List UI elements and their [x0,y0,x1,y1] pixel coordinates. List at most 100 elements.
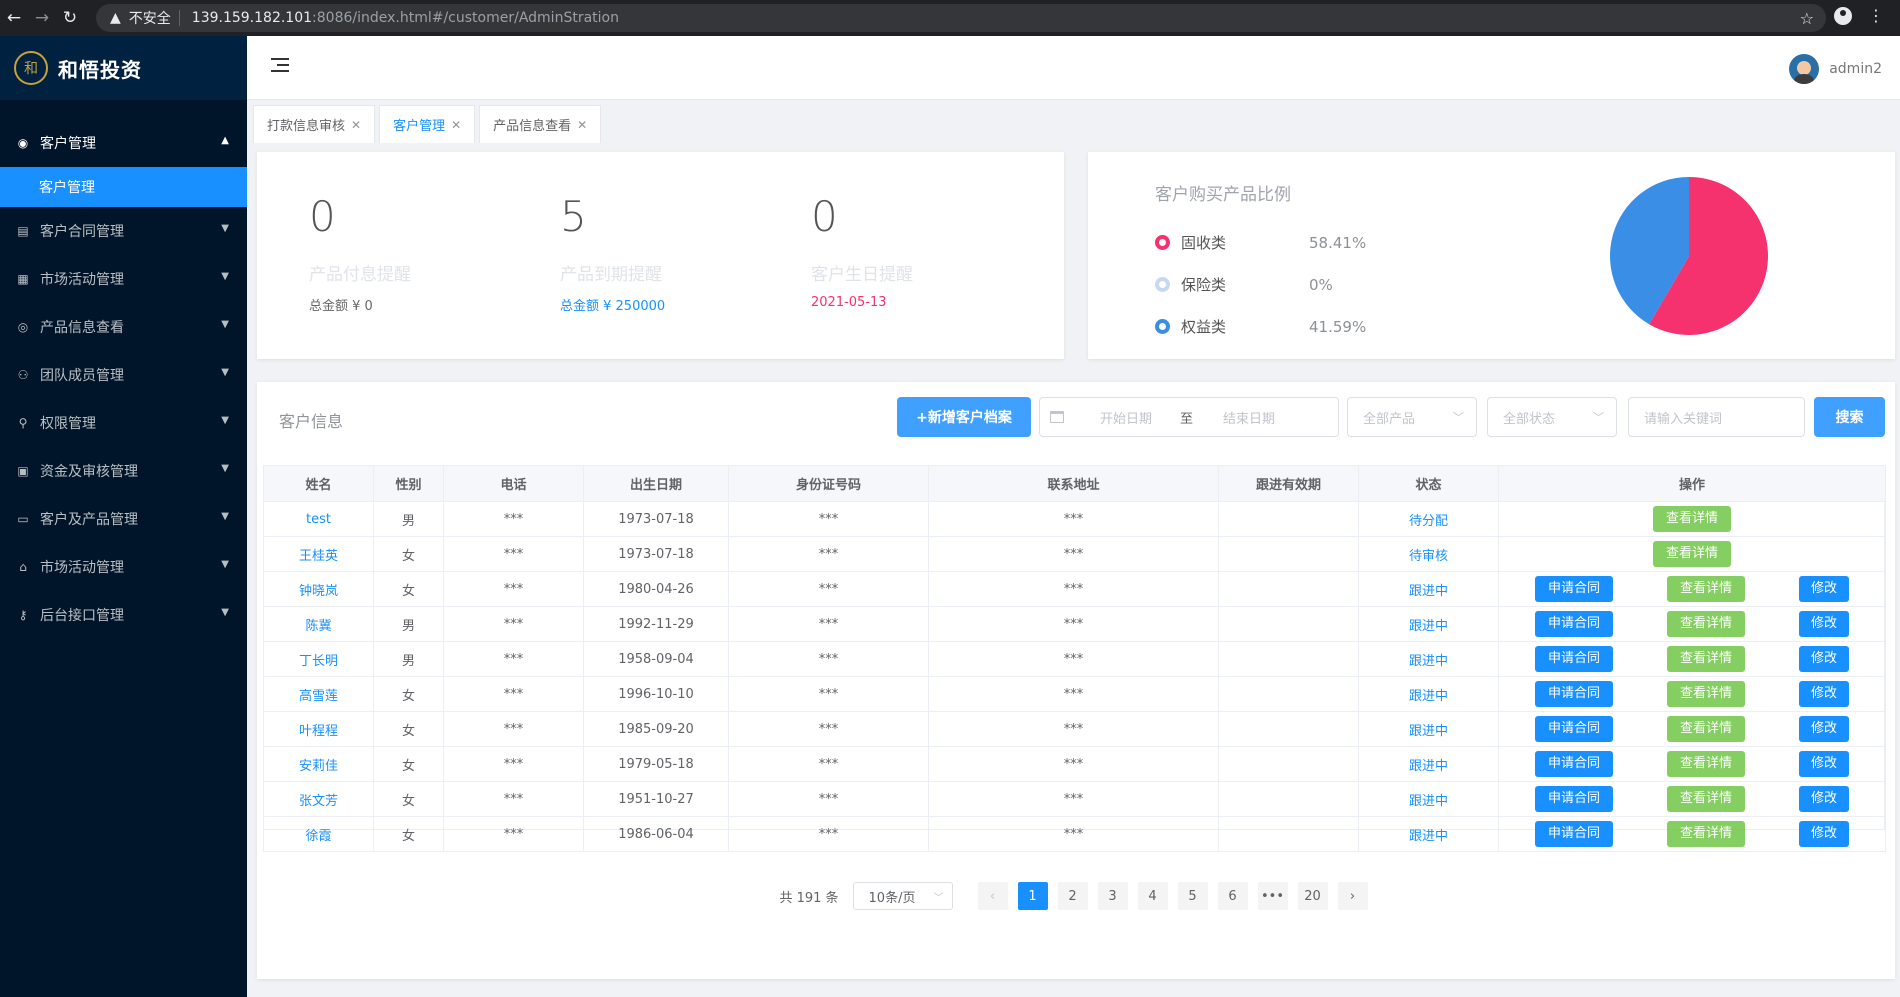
customer-name-link[interactable]: test [263,501,374,537]
username[interactable]: admin2 [1829,61,1882,77]
apply-contract-button[interactable]: 申请合同 [1535,611,1613,637]
search-button[interactable]: 搜索 [1814,397,1885,437]
page-number[interactable]: 1 [1017,882,1048,910]
sidebar-item-customer-product[interactable]: ▭ 客户及产品管理 ▼ [0,495,247,543]
view-detail-button[interactable]: 查看详情 [1667,611,1745,637]
customer-name-link[interactable]: 安莉佳 [263,746,374,782]
menu-fold-icon[interactable] [271,58,289,74]
close-icon[interactable]: ✕ [351,118,361,132]
page-number[interactable]: 3 [1097,882,1128,910]
cell-status[interactable]: 待分配 [1358,501,1499,537]
apply-contract-button[interactable]: 申请合同 [1535,576,1613,602]
cell-status[interactable]: 跟进中 [1358,571,1499,607]
customer-name-link[interactable]: 钟晓岚 [263,571,374,607]
view-detail-button[interactable]: 查看详情 [1667,751,1745,777]
edit-button[interactable]: 修改 [1799,576,1849,602]
cell-status[interactable]: 跟进中 [1358,711,1499,747]
sidebar-item-market-activity[interactable]: ▦ 市场活动管理 ▼ [0,255,247,303]
sidebar-item-backend-api[interactable]: ⚷ 后台接口管理 ▼ [0,591,247,639]
column-header: 联系地址 [928,465,1219,502]
customer-name-link[interactable]: 张文芳 [263,781,374,817]
customer-name-link[interactable]: 高雪莲 [263,676,374,712]
customer-name-link[interactable]: 王桂英 [263,536,374,572]
more-menu-icon[interactable]: ⋮ [1868,8,1884,24]
page-number[interactable]: 4 [1137,882,1168,910]
stat-sub[interactable]: 总金额 ¥ 250000 [560,295,665,314]
cell-status[interactable]: 跟进中 [1358,781,1499,817]
apply-contract-button[interactable]: 申请合同 [1535,716,1613,742]
apply-contract-button[interactable]: 申请合同 [1535,751,1613,777]
profile-icon[interactable] [1834,7,1852,25]
more-pages-button[interactable]: ••• [1257,882,1288,910]
add-customer-button[interactable]: +新增客户档案 [897,397,1031,437]
close-icon[interactable]: ✕ [451,118,461,132]
date-range-picker[interactable]: 开始日期 至 结束日期 [1039,397,1339,437]
view-detail-button[interactable]: 查看详情 [1667,821,1745,847]
view-detail-button[interactable]: 查看详情 [1653,506,1731,532]
cell-status[interactable]: 跟进中 [1358,641,1499,677]
sidebar-item-product-info[interactable]: ◎ 产品信息查看 ▼ [0,303,247,351]
sidebar-item-funds-audit[interactable]: ▣ 资金及审核管理 ▼ [0,447,247,495]
forward-icon[interactable]: → [28,8,56,28]
sidebar-item-contract[interactable]: ▤ 客户合同管理 ▼ [0,207,247,255]
cell-status[interactable]: 跟进中 [1358,746,1499,782]
user-menu[interactable]: admin2 [1789,54,1882,84]
edit-button[interactable]: 修改 [1799,716,1849,742]
page-number[interactable]: 6 [1217,882,1248,910]
cell-status[interactable]: 跟进中 [1358,606,1499,642]
apply-contract-button[interactable]: 申请合同 [1535,786,1613,812]
date-start-input[interactable]: 开始日期 [1100,408,1152,427]
view-detail-button[interactable]: 查看详情 [1667,646,1745,672]
back-icon[interactable]: ← [0,8,28,28]
tab-customer-management[interactable]: 客户管理 ✕ [379,105,476,143]
sidebar-item-permission[interactable]: ⚲ 权限管理 ▼ [0,399,247,447]
cell-birth-date: 1979-05-18 [583,746,729,782]
page-size-select[interactable]: 10条/页 ﹀ [852,882,953,910]
cell-status[interactable]: 待审核 [1358,536,1499,572]
close-icon[interactable]: ✕ [577,118,587,132]
product-ratio-pie-chart [1610,177,1768,335]
edit-button[interactable]: 修改 [1799,821,1849,847]
page-number[interactable]: 20 [1297,882,1328,910]
sidebar-item-team[interactable]: ⚇ 团队成员管理 ▼ [0,351,247,399]
view-detail-button[interactable]: 查看详情 [1667,716,1745,742]
prev-page-button[interactable]: ‹ [977,882,1008,910]
tab-payment-audit[interactable]: 打款信息审核 ✕ [253,105,376,143]
date-end-input[interactable]: 结束日期 [1223,408,1275,427]
customer-name-link[interactable]: 陈冀 [263,606,374,642]
keyword-search-input[interactable]: 请输入关键词 [1628,397,1805,437]
apply-contract-button[interactable]: 申请合同 [1535,681,1613,707]
edit-button[interactable]: 修改 [1799,611,1849,637]
view-detail-button[interactable]: 查看详情 [1667,681,1745,707]
edit-button[interactable]: 修改 [1799,751,1849,777]
edit-button[interactable]: 修改 [1799,786,1849,812]
customer-name-link[interactable]: 叶程程 [263,711,374,747]
legend-name: 权益类 [1181,318,1227,336]
next-page-button[interactable]: › [1337,882,1368,910]
tab-product-info[interactable]: 产品信息查看 ✕ [479,105,602,143]
sidebar-item-customer-management[interactable]: ◉ 客户管理 ▲ [0,119,247,167]
view-detail-button[interactable]: 查看详情 [1667,576,1745,602]
avatar[interactable] [1789,54,1820,84]
cell-status[interactable]: 跟进中 [1358,676,1499,712]
edit-button[interactable]: 修改 [1799,646,1849,672]
view-detail-button[interactable]: 查看详情 [1667,786,1745,812]
address-bar[interactable]: ▲ 不安全 139.159.182.101 :8086/index.html#/… [96,4,1826,32]
cell-birth-date: 1958-09-04 [583,641,729,677]
customer-name-link[interactable]: 徐霞 [263,816,374,852]
customer-name-link[interactable]: 丁长明 [263,641,374,677]
apply-contract-button[interactable]: 申请合同 [1535,646,1613,672]
chevron-down-icon: ▼ [221,511,229,522]
product-select[interactable]: 全部产品 ﹀ [1347,397,1477,437]
reload-icon[interactable]: ↻ [56,8,84,28]
bookmark-star-icon[interactable]: ☆ [1800,9,1814,28]
submenu-item-customer-management[interactable]: 客户管理 [0,167,247,207]
edit-button[interactable]: 修改 [1799,681,1849,707]
cell-status[interactable]: 跟进中 [1358,816,1499,852]
page-number[interactable]: 5 [1177,882,1208,910]
status-select[interactable]: 全部状态 ﹀ [1487,397,1617,437]
page-number[interactable]: 2 [1057,882,1088,910]
sidebar-item-market-activity-2[interactable]: ⌂ 市场活动管理 ▼ [0,543,247,591]
apply-contract-button[interactable]: 申请合同 [1535,821,1613,847]
view-detail-button[interactable]: 查看详情 [1653,541,1731,567]
